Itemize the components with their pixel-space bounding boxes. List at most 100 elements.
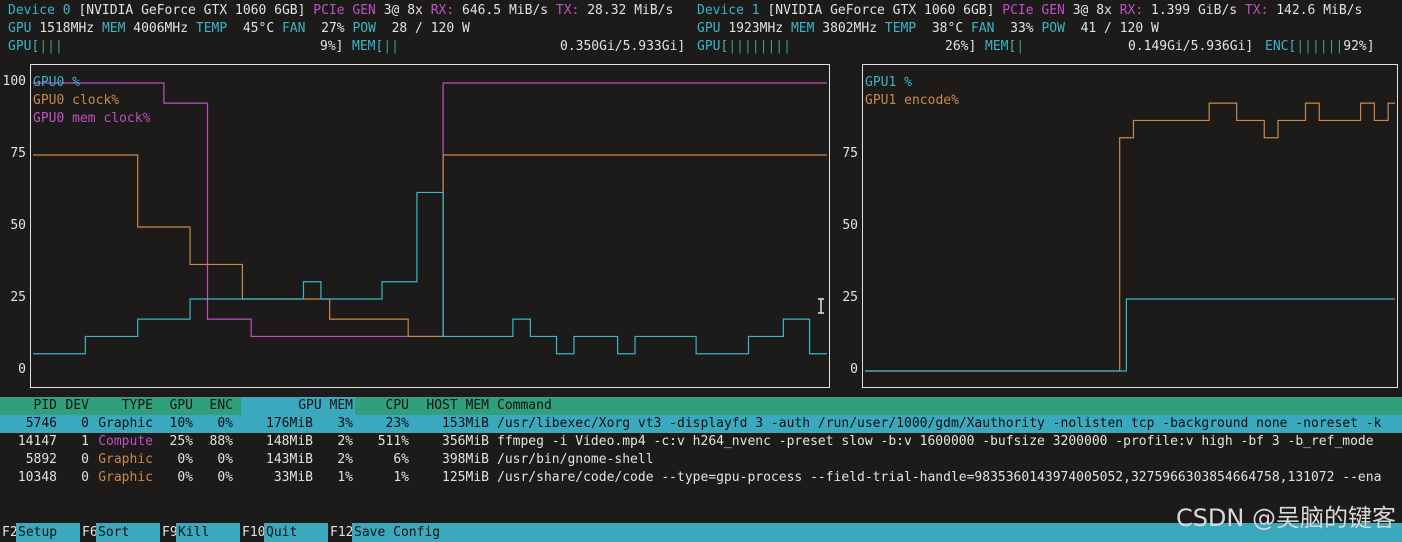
gpu0-ytick: 0 (18, 362, 26, 377)
series-line-gpu1- (865, 298, 1395, 372)
device1-gen-label: GEN (1041, 3, 1065, 18)
process-hmem: 153MiB (442, 416, 489, 431)
device1-gpu-label: GPU (697, 21, 721, 36)
device1-tx-label: TX: (1244, 3, 1269, 18)
device1-pow-label: POW (1041, 21, 1065, 36)
gpu1-chart-plot (865, 102, 1395, 372)
gpu0-legend-clock: GPU0 clock% (33, 93, 120, 108)
process-dev: 0 (81, 416, 89, 431)
device1-mem-clock: 3802MHz (822, 21, 878, 36)
col-dev[interactable]: DEV (57, 397, 89, 415)
device0-gen-label: GEN (352, 3, 376, 18)
device1-mem-value: 0.149Gi/5.936Gi] (1128, 39, 1254, 54)
series-line-gpu0- (33, 191, 827, 355)
process-hmem: 356MiB (442, 434, 489, 449)
col-cpu[interactable]: CPU (353, 397, 409, 415)
device1-mem-bar: MEM[| (985, 38, 1024, 56)
col-type[interactable]: TYPE (89, 397, 153, 415)
process-cpu: 6% (393, 452, 409, 467)
series-line-gpu1-encode- (865, 102, 1395, 372)
process-pid: 14147 (17, 434, 57, 449)
quit-button[interactable]: Quit (264, 523, 328, 542)
device0-mem-bar-fill: || (383, 39, 399, 54)
device1-tx-value: 142.6 MiB/s (1276, 3, 1363, 18)
gpu1-legend-encode: GPU1 encode% (865, 93, 959, 108)
process-gpu: 0% (177, 452, 193, 467)
device0-pow-value: 28 / 120 W (391, 21, 470, 36)
device1-gpu-bar-fill: |||||||| (728, 39, 791, 54)
device1-stats-line: GPU 1923MHz MEM 3802MHz TEMP 38°C FAN 33… (697, 20, 1159, 38)
device0-pow-label: POW (352, 21, 376, 36)
device1-rx-value: 1.399 GiB/s (1151, 3, 1238, 18)
device0-mem-label: MEM (101, 21, 126, 36)
process-type: Graphic (98, 470, 153, 485)
col-pid[interactable]: PID (0, 397, 57, 415)
kill-button[interactable]: Kill (176, 523, 240, 542)
device0-mem-clock: 4006MHz (133, 21, 189, 36)
device0-mem-bar-label: MEM[ (352, 39, 384, 54)
device0-model: [NVIDIA GeForce GTX 1060 6GB] (78, 3, 306, 18)
gpu0-ytick: 75 (10, 146, 26, 161)
gpu0-legend-2: GPU0 clock% (33, 92, 119, 110)
gpu0-legend-gpu: GPU0 % (33, 75, 80, 90)
process-pid: 10348 (17, 470, 57, 485)
device0-gpu-clock: 1518MHz (39, 21, 95, 36)
device0-info-line: Device 0 [NVIDIA GeForce GTX 1060 6GB] P… (8, 2, 673, 20)
device0-tx-label: TX: (555, 3, 580, 18)
process-row[interactable]: 5746 0 Graphic 10% 0% 176MiB 3% 23% 153MiB/usr/l… (0, 415, 1402, 433)
col-host-mem[interactable]: HOST MEM (409, 397, 489, 415)
device1-enc-bar-fill: |||||| (1296, 39, 1344, 54)
device1-gpu-bar-label: GPU[ (697, 39, 729, 54)
col-gpu[interactable]: GPU (153, 397, 193, 415)
process-cmd: /usr/share/code/code --type=gpu-process … (497, 470, 1382, 485)
device0-gen-value: 3@ 8x (383, 3, 423, 18)
gpu0-chart: GPU0 % GPU0 clock% GPU0 mem clock% (30, 64, 830, 388)
device1-title: Device 1 (697, 3, 760, 18)
process-gpu: 0% (177, 470, 193, 485)
process-gmem: 148MiB (266, 434, 313, 449)
footer-key: F10 (242, 525, 266, 540)
device1-enc-pct: 92%] (1343, 39, 1375, 54)
process-pid: 5746 (25, 416, 57, 431)
device0-gpu-bar: GPU[||| (8, 38, 63, 56)
col-enc[interactable]: ENC (193, 397, 233, 415)
process-enc: 0% (217, 416, 233, 431)
process-type: Graphic (98, 416, 153, 431)
device1-fan-label: FAN (970, 21, 995, 36)
process-gmem: 143MiB (266, 452, 313, 467)
process-row[interactable]: 14147 1 Compute 25% 88% 148MiB 2% 511% 356MiB ffm… (0, 433, 1402, 451)
device0-fan-label: FAN (281, 21, 306, 36)
gpu1-legend-1: GPU1 % (865, 74, 912, 92)
device1-model: [NVIDIA GeForce GTX 1060 6GB] (767, 3, 995, 18)
device0-stats-line: GPU 1518MHz MEM 4006MHz TEMP 45°C FAN 27… (8, 20, 470, 38)
process-cpu: 1% (393, 470, 409, 485)
device0-mem-bar: MEM[|| (352, 38, 399, 56)
setup-button[interactable]: Setup (16, 523, 80, 542)
footer-key: F12 (330, 525, 354, 540)
process-gmem-pct: 1% (337, 470, 353, 485)
process-dev: 0 (81, 452, 89, 467)
device1-enc-bar-label: ENC[ (1265, 39, 1297, 54)
process-enc: 0% (217, 470, 233, 485)
device1-mem-label: MEM (790, 21, 815, 36)
process-type: Graphic (98, 452, 153, 467)
device0-pcie-label: PCIe (313, 3, 345, 18)
col-gpu-mem[interactable]: GPU MEM (233, 397, 353, 415)
process-cmd: ffmpeg -i Video.mp4 -c:v h264_nvenc -pre… (497, 434, 1374, 449)
gpu0-legend-mem-clock: GPU0 mem clock% (33, 111, 151, 126)
process-enc: 88% (209, 434, 233, 449)
sort-button[interactable]: Sort (96, 523, 160, 542)
process-row[interactable]: 5892 0 Graphic 0% 0% 143MiB 2% 6% 398MiB/usr/bin… (0, 451, 1402, 469)
process-gmem: 33MiB (273, 470, 313, 485)
gpu0-legend-3: GPU0 mem clock% (33, 110, 150, 128)
col-command[interactable]: Command (497, 397, 552, 415)
gpu0-chart-plot (33, 82, 827, 355)
gpu1-chart: GPU1 % GPU1 encode% (862, 64, 1398, 388)
process-row[interactable]: 10348 0 Graphic 0% 0% 33MiB 1% 1% 125MiB/usr/sha… (0, 469, 1402, 487)
gpu0-ytick: 100 (2, 74, 26, 89)
gpu0-ytick: 50 (10, 218, 26, 233)
device1-pcie-label: PCIe (1002, 3, 1034, 18)
process-type: Compute (98, 434, 153, 449)
process-gmem-pct: 2% (337, 434, 353, 449)
device1-rx-label: RX: (1119, 3, 1144, 18)
